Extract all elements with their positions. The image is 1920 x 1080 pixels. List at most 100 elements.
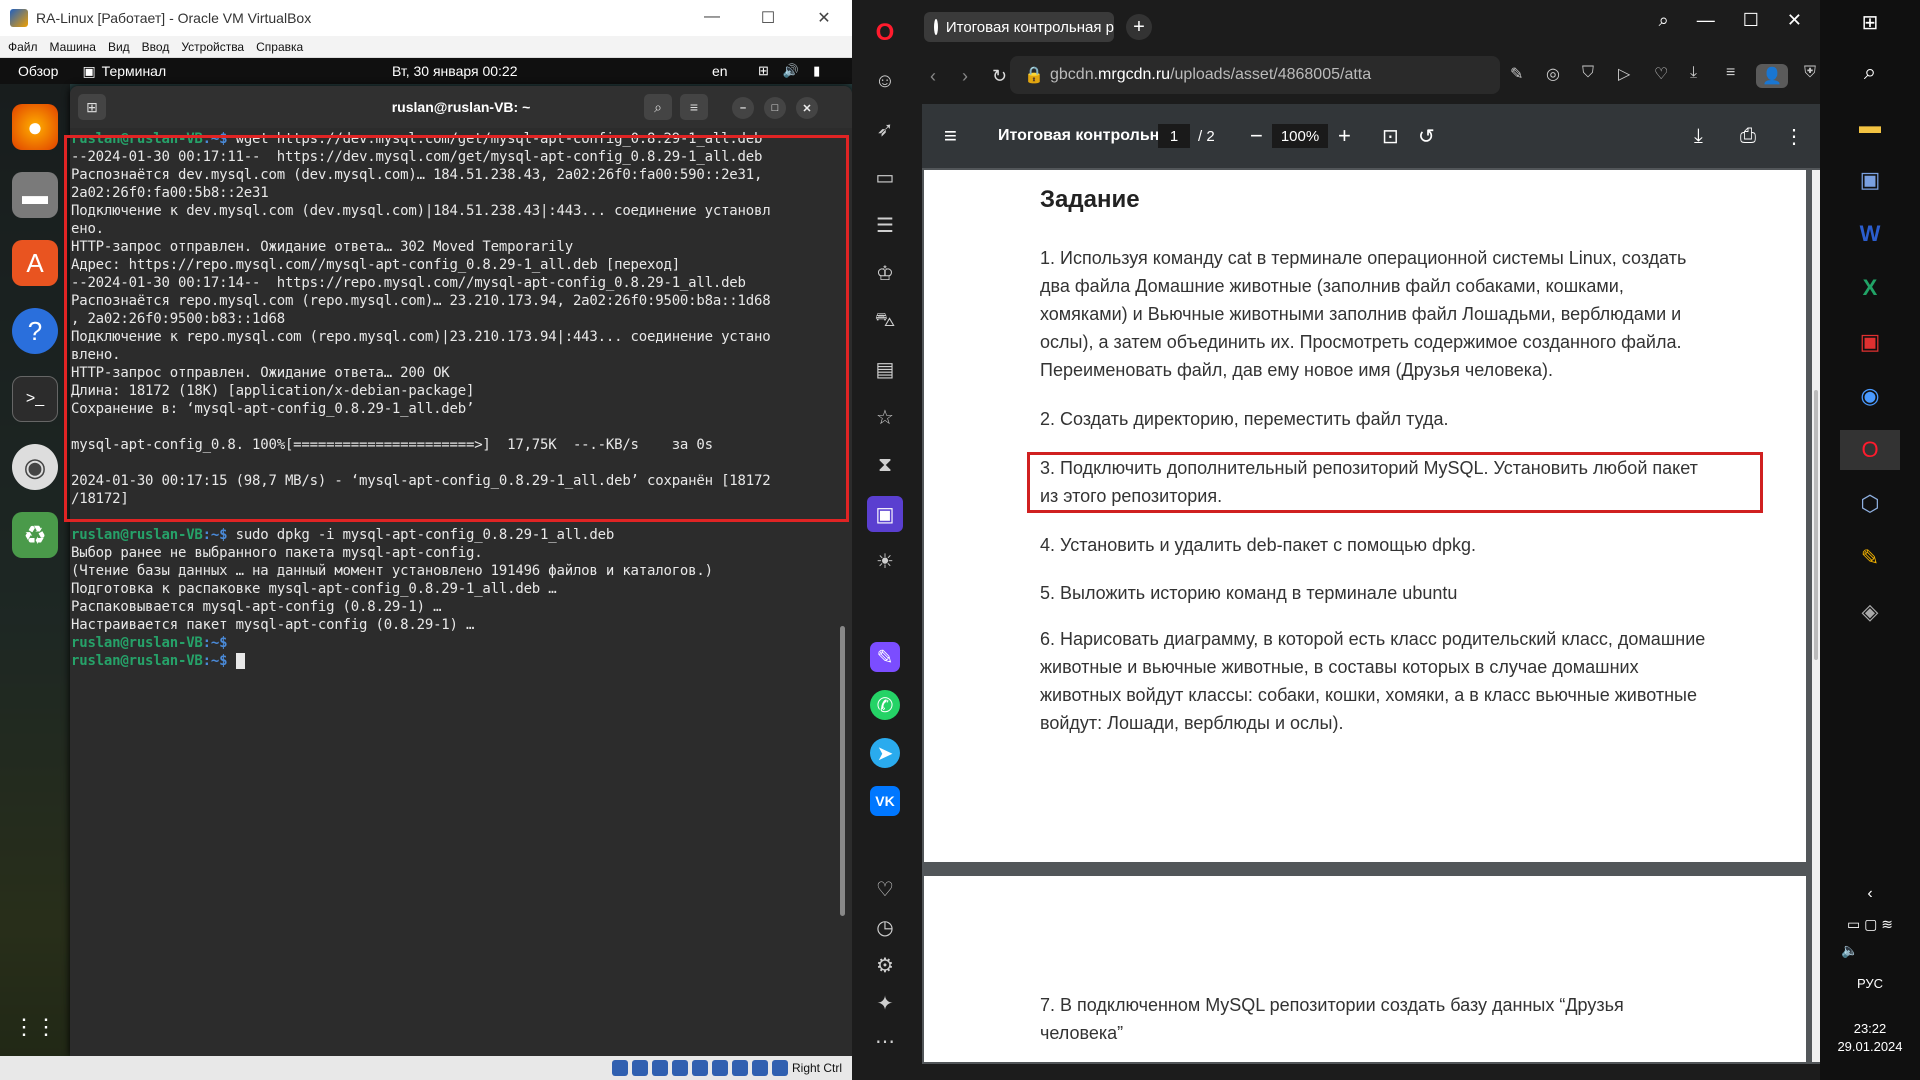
- keyboard-layout[interactable]: en: [712, 63, 728, 79]
- menu-input[interactable]: Ввод: [142, 40, 170, 54]
- clock[interactable]: Вт, 30 января 00:22: [392, 63, 518, 79]
- tab-active[interactable]: Итоговая контрольная р: [924, 12, 1114, 42]
- profile-icon[interactable]: 👤: [1756, 64, 1788, 88]
- system-tray[interactable]: ⊞ 🔊 ▮: [758, 63, 820, 79]
- pdf-scroll-thumb[interactable]: [1814, 390, 1818, 660]
- recorder-icon[interactable]: ▣: [1850, 322, 1890, 362]
- edit-icon[interactable]: ✎: [1510, 64, 1523, 84]
- close-button[interactable]: ✕: [796, 8, 852, 28]
- cd-icon[interactable]: [631, 1060, 648, 1076]
- app-center-icon[interactable]: A: [12, 240, 58, 286]
- close-icon[interactable]: ✕: [796, 97, 818, 119]
- close-icon[interactable]: ✕: [1787, 10, 1802, 31]
- vpn-icon[interactable]: ⛨: [1804, 64, 1816, 82]
- notes-icon[interactable]: ▤: [870, 354, 900, 384]
- star-icon[interactable]: ☆: [870, 402, 900, 432]
- help-icon[interactable]: ?: [12, 308, 58, 354]
- camera-icon[interactable]: ◎: [1546, 64, 1560, 84]
- maximize-button[interactable]: ☐: [740, 8, 796, 28]
- print-icon[interactable]: ⎙: [1740, 125, 1756, 148]
- download-icon[interactable]: ⤓: [1690, 64, 1697, 82]
- list-icon[interactable]: ☰: [870, 210, 900, 240]
- minimize-icon[interactable]: —: [1697, 10, 1715, 31]
- more-icon[interactable]: ⋯: [870, 1026, 900, 1056]
- maximize-icon[interactable]: ☐: [1743, 10, 1759, 31]
- menu-devices[interactable]: Устройства: [181, 40, 244, 54]
- app-menu[interactable]: ▣ Терминал: [82, 63, 166, 80]
- terminal-scrollbar[interactable]: [840, 626, 845, 916]
- rocket-icon[interactable]: ➶: [870, 114, 900, 144]
- usb-icon[interactable]: [651, 1060, 668, 1076]
- back-icon[interactable]: ‹: [930, 66, 936, 87]
- files-icon[interactable]: ▬: [12, 172, 58, 218]
- minimize-icon[interactable]: –: [732, 97, 754, 119]
- aria-app-icon[interactable]: ✎: [870, 642, 900, 672]
- easy-setup-icon[interactable]: ≡: [1726, 64, 1735, 82]
- cpu-icon[interactable]: [751, 1060, 768, 1076]
- trash-icon[interactable]: ♻: [12, 512, 58, 558]
- excel-icon[interactable]: X: [1850, 268, 1890, 308]
- disc-icon[interactable]: ◉: [12, 444, 58, 490]
- hamburger-menu-icon[interactable]: ≡: [680, 94, 708, 120]
- menu-view[interactable]: Вид: [108, 40, 130, 54]
- workspace-icon[interactable]: ▣: [867, 496, 903, 532]
- zoom-level[interactable]: 100%: [1272, 124, 1328, 148]
- input-language[interactable]: РУС: [1820, 976, 1920, 991]
- speaker-icon[interactable]: 🔈: [1830, 930, 1870, 970]
- display-icon[interactable]: [711, 1060, 728, 1076]
- search-icon[interactable]: ⌕: [1850, 52, 1890, 92]
- minimize-button[interactable]: —: [684, 8, 740, 28]
- telegram-icon[interactable]: ➤: [870, 738, 900, 768]
- hourglass-icon[interactable]: ⧗: [870, 450, 900, 480]
- show-apps-icon[interactable]: ⋮⋮: [12, 1004, 58, 1050]
- whatsapp-icon[interactable]: ✆: [870, 690, 900, 720]
- opera-logo-icon[interactable]: O: [870, 18, 900, 48]
- network-adapter-icon[interactable]: [671, 1060, 688, 1076]
- terminal-icon[interactable]: >_: [12, 376, 58, 422]
- rotate-icon[interactable]: ↺: [1418, 124, 1435, 149]
- opera-taskbar-icon[interactable]: O: [1840, 430, 1900, 470]
- pdf-more-icon[interactable]: ⋮: [1784, 124, 1804, 149]
- car-icon[interactable]: ⛍: [870, 306, 900, 336]
- new-tab-icon[interactable]: ⊞: [78, 94, 106, 120]
- recording-icon[interactable]: [731, 1060, 748, 1076]
- menu-help[interactable]: Справка: [256, 40, 303, 54]
- zoom-out-button[interactable]: −: [1250, 123, 1263, 149]
- browser-blue-icon[interactable]: ◉: [1850, 376, 1890, 416]
- disk-icon[interactable]: [611, 1060, 628, 1076]
- word-icon[interactable]: W: [1850, 214, 1890, 254]
- page-number-input[interactable]: 1: [1158, 124, 1190, 148]
- pencil-app-icon[interactable]: ✎: [1850, 538, 1890, 578]
- reload-icon[interactable]: ↻: [992, 66, 1007, 87]
- zoom-in-button[interactable]: +: [1338, 123, 1351, 149]
- pdf-menu-icon[interactable]: ≡: [944, 123, 957, 149]
- fit-page-icon[interactable]: ⊡: [1382, 124, 1399, 149]
- menu-file[interactable]: Файл: [8, 40, 38, 54]
- file-explorer-icon[interactable]: ▬: [1850, 106, 1890, 146]
- system-clock[interactable]: 23:22 29.01.2024: [1820, 1020, 1920, 1056]
- menu-machine[interactable]: Машина: [50, 40, 96, 54]
- vbox-app-icon[interactable]: ▣: [1850, 160, 1890, 200]
- lightbulb-icon[interactable]: ✦: [870, 988, 900, 1018]
- pdf-download-icon[interactable]: ⤓: [1694, 125, 1703, 148]
- activities-button[interactable]: Обзор: [18, 63, 58, 79]
- maximize-icon[interactable]: □: [764, 97, 786, 119]
- terminal-app-icon[interactable]: ◈: [1850, 592, 1890, 632]
- forward-icon[interactable]: ›: [962, 66, 968, 87]
- shield-icon[interactable]: ⛉: [1582, 64, 1594, 82]
- settings-icon[interactable]: ⚙: [870, 950, 900, 980]
- mouse-integration-icon[interactable]: [771, 1060, 788, 1076]
- send-icon[interactable]: ▷: [1618, 64, 1630, 84]
- aria-icon[interactable]: ☺: [870, 66, 900, 96]
- windows-start-icon[interactable]: ⊞: [1850, 2, 1890, 42]
- bookmark-heart-icon[interactable]: ♡: [1654, 64, 1668, 84]
- search-tabs-icon[interactable]: ⌕: [1659, 10, 1669, 31]
- vk-icon[interactable]: VK: [870, 786, 900, 816]
- reading-list-icon[interactable]: ▭: [870, 162, 900, 192]
- shared-folders-icon[interactable]: [691, 1060, 708, 1076]
- search-icon[interactable]: ⌕: [644, 94, 672, 120]
- history-icon[interactable]: ◷: [870, 912, 900, 942]
- crown-icon[interactable]: ♔: [870, 258, 900, 288]
- address-bar[interactable]: 🔒 gbcdn. mrgcdn.ru/uploads/asset/4868005/…: [1010, 56, 1500, 94]
- cube-icon[interactable]: ⬡: [1850, 484, 1890, 524]
